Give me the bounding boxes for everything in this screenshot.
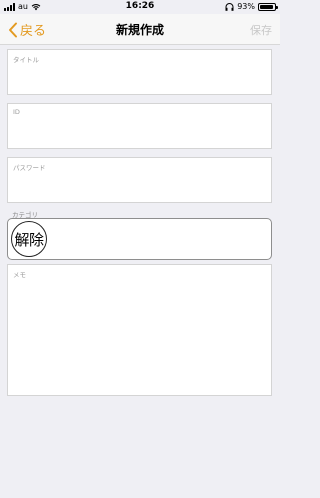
headphones-icon [225, 2, 234, 11]
status-right: 93% [225, 2, 278, 11]
memo-field[interactable]: メモ [7, 264, 272, 396]
battery-percent: 93% [237, 2, 255, 11]
title-field[interactable]: タイトル [7, 49, 272, 95]
category-clear-button[interactable]: 解除 [11, 221, 47, 257]
password-placeholder: パスワード [13, 164, 46, 172]
navigation-bar: 戻る 新規作成 保存 [0, 14, 280, 45]
page-title: 新規作成 [115, 23, 164, 37]
battery-fill [260, 4, 274, 9]
save-button[interactable]: 保存 [250, 22, 272, 38]
status-bar: au 16:26 93% [0, 0, 280, 14]
password-field[interactable]: パスワード [7, 157, 272, 203]
battery-icon [258, 2, 278, 11]
memo-placeholder: メモ [13, 271, 26, 279]
title-placeholder: タイトル [13, 56, 39, 64]
id-placeholder: ID [13, 108, 20, 116]
category-select[interactable]: 解除 [7, 218, 272, 260]
id-field[interactable]: ID [7, 103, 272, 149]
